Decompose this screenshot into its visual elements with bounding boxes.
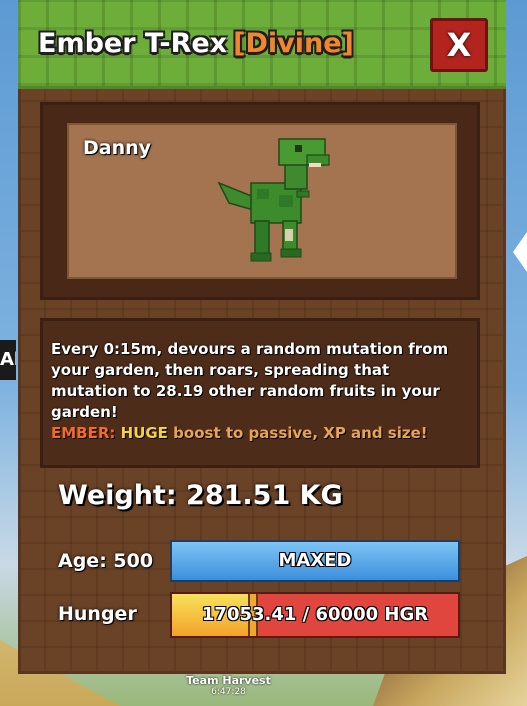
card-header: Ember T-Rex [Divine] X bbox=[18, 0, 506, 89]
pet-preview-frame: Danny bbox=[40, 102, 480, 300]
background-offscreen-label: Al bbox=[0, 340, 16, 380]
pet-name: Danny bbox=[83, 137, 152, 159]
mutation-label: EMBER: bbox=[51, 424, 116, 442]
age-bar-text: MAXED bbox=[278, 550, 352, 571]
hunger-bar: 17053.41 / 60000 HGR bbox=[170, 592, 460, 638]
pet-info-card: Ember T-Rex [Divine] X Danny Every 0:15m… bbox=[18, 0, 506, 674]
team-time: 6:47:28 bbox=[211, 687, 246, 697]
age-bar: MAXED bbox=[170, 540, 460, 582]
mutation-effect: boost to passive, XP and size! bbox=[173, 424, 428, 442]
close-button[interactable]: X bbox=[430, 18, 488, 72]
hunger-label: Hunger bbox=[58, 603, 137, 625]
weight-stat: Weight: 281.51 KG bbox=[58, 480, 343, 511]
ability-text: Every 0:15m, devours a random mutation f… bbox=[51, 340, 449, 421]
t-rex-model-icon bbox=[217, 138, 330, 262]
mutation-huge: HUGE bbox=[120, 424, 168, 442]
hunger-bar-text: 17053.41 / 60000 HGR bbox=[201, 604, 429, 625]
pet-preview: Danny bbox=[67, 123, 457, 279]
rarity-badge: [Divine] bbox=[233, 28, 354, 59]
pet-title: Ember T-Rex [Divine] bbox=[38, 28, 354, 59]
pet-species: Ember T-Rex bbox=[38, 28, 228, 59]
footer-caption: Team Harvest 6:47:28 bbox=[0, 674, 527, 697]
team-name: Team Harvest bbox=[186, 674, 271, 687]
mutation-bonus-line: EMBER: HUGE boost to passive, XP and siz… bbox=[51, 423, 467, 444]
age-label: Age: 500 bbox=[58, 550, 154, 572]
ability-description: Every 0:15m, devours a random mutation f… bbox=[40, 318, 480, 468]
